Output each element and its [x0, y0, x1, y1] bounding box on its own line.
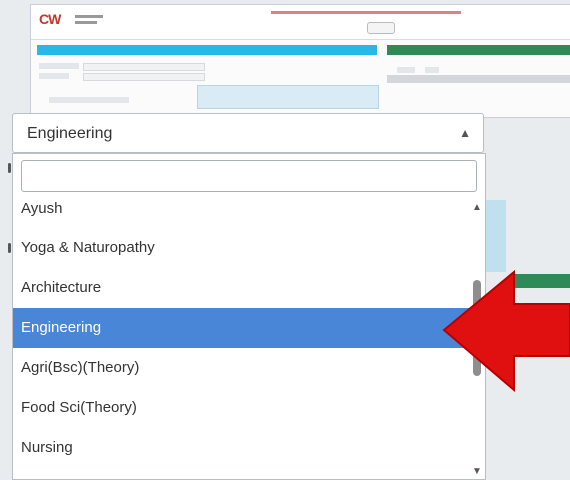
logo-text-block: [75, 13, 103, 24]
option-architecture[interactable]: Architecture: [13, 268, 471, 308]
options-list: Ayush Yoga & Naturopathy Architecture En…: [13, 192, 471, 468]
background-field: [83, 73, 205, 81]
option-ayush[interactable]: Ayush: [13, 190, 471, 228]
background-cell: [397, 67, 415, 73]
background-info-panel: [197, 85, 379, 109]
background-field: [83, 63, 205, 71]
background-cell: [425, 67, 439, 73]
search-field[interactable]: [21, 160, 477, 192]
background-table-header: [387, 75, 570, 83]
background-section-bar-blue: [37, 45, 377, 55]
logo: CW: [39, 11, 61, 27]
triangle-down-icon[interactable]: ▼: [472, 466, 482, 477]
background-page: CW: [30, 4, 570, 118]
option-yoga-naturopathy[interactable]: Yoga & Naturopathy: [13, 228, 471, 268]
dropdown-list: Ayush Yoga & Naturopathy Architecture En…: [12, 153, 486, 480]
chevron-up-icon: ▲: [459, 126, 471, 140]
background-field-label: [39, 73, 69, 79]
option-nursing[interactable]: Nursing: [13, 428, 471, 468]
background-marker: [8, 243, 11, 253]
background-marker: [8, 163, 11, 173]
background-field-label: [39, 63, 79, 69]
background-row: [49, 97, 129, 103]
option-engineering[interactable]: Engineering: [13, 308, 471, 348]
background-section-bar-green: [387, 45, 570, 55]
option-agri-bsc-theory[interactable]: Agri(Bsc)(Theory): [13, 348, 471, 388]
triangle-up-icon[interactable]: ▲: [472, 202, 482, 213]
background-side-strip: [484, 200, 506, 272]
background-header: CW: [31, 5, 570, 40]
background-title-bar: [271, 11, 461, 14]
course-select[interactable]: Engineering ▲: [12, 113, 484, 153]
red-arrow-left-icon: [442, 269, 570, 393]
search-input[interactable]: [22, 161, 476, 191]
option-food-sci-theory[interactable]: Food Sci(Theory): [13, 388, 471, 428]
background-button[interactable]: [367, 22, 395, 34]
selected-value: Engineering: [27, 125, 113, 142]
